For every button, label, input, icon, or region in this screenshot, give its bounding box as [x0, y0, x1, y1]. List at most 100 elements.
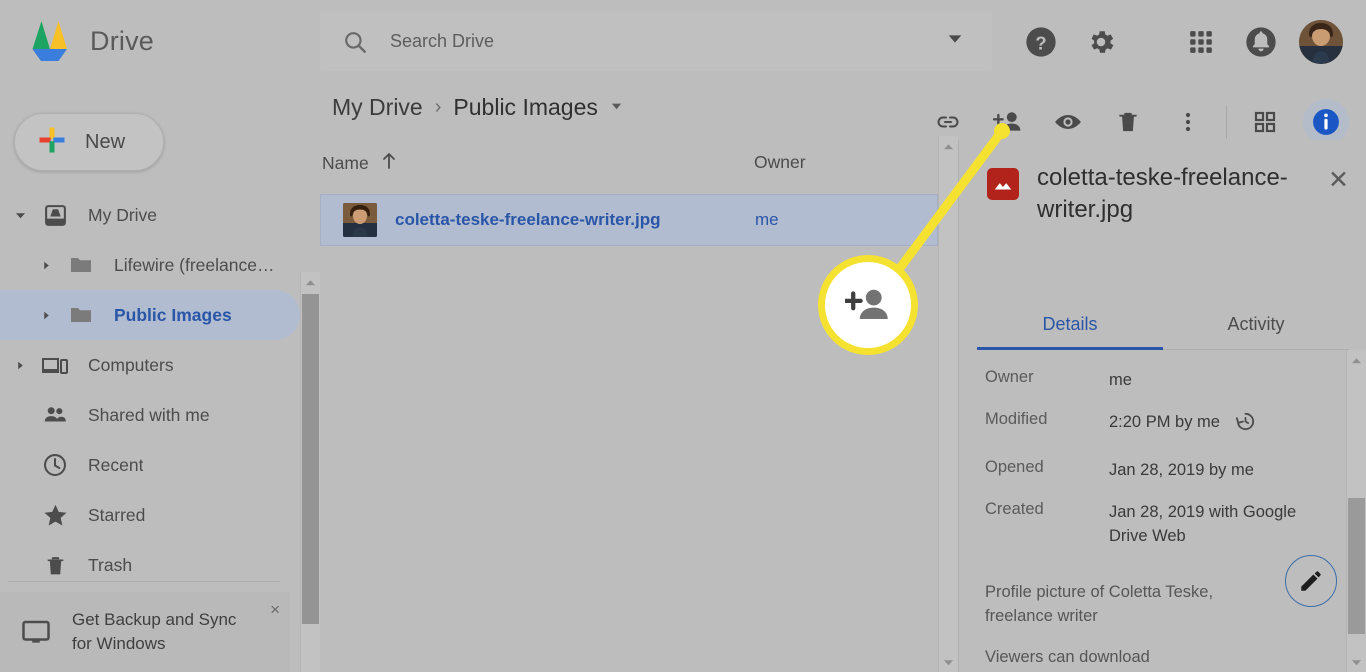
folder-icon: [60, 303, 102, 327]
details-file-title: coletta-teske-freelance-writer.jpg: [1037, 164, 1288, 223]
sidebar-item-label: Recent: [88, 454, 144, 475]
clock-icon: [34, 452, 76, 478]
close-icon[interactable]: ✕: [1328, 164, 1349, 196]
sidebar-item-label: Computers: [88, 354, 174, 375]
detail-label: Opened: [985, 458, 1044, 476]
pencil-edit-icon[interactable]: [1285, 555, 1337, 607]
info-circle-icon[interactable]: [1303, 99, 1349, 145]
scrollbar-thumb[interactable]: [1348, 498, 1365, 634]
breadcrumb-current[interactable]: Public Images: [453, 94, 597, 121]
scroll-up-arrow[interactable]: [1347, 350, 1366, 370]
detail-value: me: [1109, 371, 1132, 389]
new-button-label: New: [85, 130, 126, 153]
apps-grid-icon[interactable]: [1181, 22, 1221, 62]
detail-row-created: Created Jan 28, 2019 with Google Drive W…: [985, 500, 1337, 548]
sidebar-nav: My Drive Lifewire (freelance… Public Ima…: [0, 190, 300, 590]
sidebar-item-computers[interactable]: Computers: [0, 340, 300, 390]
column-header-name[interactable]: Name: [322, 152, 397, 175]
column-header-name-label: Name: [322, 153, 369, 173]
photo-thumbnail: [343, 203, 377, 237]
sidebar-item-public-images[interactable]: Public Images: [0, 290, 300, 340]
chevron-right-icon[interactable]: [6, 361, 34, 370]
sidebar-scrollbar[interactable]: [300, 272, 320, 672]
plus-multicolor-icon: [37, 125, 67, 160]
details-description: Profile picture of Coletta Teske, freela…: [985, 583, 1214, 625]
tab-details[interactable]: Details: [977, 300, 1163, 350]
scroll-up-arrow[interactable]: [301, 272, 320, 292]
sidebar-item-label: Lifewire (freelance…: [114, 254, 275, 275]
chevron-right-icon[interactable]: [32, 261, 60, 270]
sidebar-item-label: Starred: [88, 504, 146, 525]
details-sharing-note: Viewers can download: [985, 648, 1150, 666]
scroll-up-arrow[interactable]: [939, 136, 958, 156]
sidebar-item-label: My Drive: [88, 204, 158, 225]
file-name-link[interactable]: coletta-teske-freelance-writer.jpg: [395, 210, 660, 230]
details-fields: Owner me Modified 2:20 PM by me Opened J…: [985, 368, 1337, 566]
search-icon: [342, 29, 368, 55]
table-row[interactable]: coletta-teske-freelance-writer.jpg me: [320, 194, 938, 246]
sidebar-item-shared-with-me[interactable]: Shared with me: [0, 390, 300, 440]
details-header: coletta-teske-freelance-writer.jpg ✕: [959, 162, 1366, 226]
computers-icon: [34, 353, 76, 377]
chevron-down-icon[interactable]: [6, 210, 34, 221]
detail-row-modified: Modified 2:20 PM by me: [985, 410, 1337, 440]
column-header-owner[interactable]: Owner: [754, 152, 806, 173]
detail-row-opened: Opened Jan 28, 2019 by me: [985, 458, 1337, 482]
sidebar-item-recent[interactable]: Recent: [0, 440, 300, 490]
version-history-icon[interactable]: [1234, 410, 1257, 440]
sidebar-item-starred[interactable]: Starred: [0, 490, 300, 540]
new-button[interactable]: New: [14, 113, 164, 171]
detail-row-owner: Owner me: [985, 368, 1337, 392]
sidebar-divider: [8, 581, 280, 582]
google-drive-logo: [24, 18, 76, 64]
sidebar: New My Drive Lifewire (freelance… Public…: [0, 84, 320, 672]
search-input[interactable]: [390, 31, 946, 52]
file-list-area: My Drive › Public Images Name Owner cole…: [320, 84, 1349, 672]
detail-value-wrap: 2:20 PM by me: [1109, 410, 1337, 440]
sidebar-item-my-drive[interactable]: My Drive: [0, 190, 300, 240]
detail-label: Owner: [985, 368, 1034, 386]
close-icon[interactable]: ×: [270, 600, 280, 620]
user-avatar[interactable]: [1299, 20, 1343, 64]
sort-ascending-arrow-icon[interactable]: [381, 152, 397, 175]
chevron-right-icon[interactable]: [32, 311, 60, 320]
top-bar: Drive ?: [0, 0, 1366, 84]
drive-brand[interactable]: Drive: [24, 18, 154, 64]
app-name: Drive: [90, 25, 155, 56]
detail-value: Jan 28, 2019 by me: [1109, 461, 1254, 479]
search-options-caret-down-icon[interactable]: [946, 30, 964, 53]
sidebar-item-lifewire[interactable]: Lifewire (freelance…: [0, 240, 300, 290]
svg-text:?: ?: [1035, 32, 1046, 53]
details-panel: coletta-teske-freelance-writer.jpg ✕ Det…: [958, 140, 1366, 672]
breadcrumb-root[interactable]: My Drive: [332, 94, 423, 121]
breadcrumb-caret-down-icon[interactable]: [610, 99, 623, 117]
search-bar[interactable]: [320, 12, 992, 71]
sidebar-item-label: Trash: [88, 554, 133, 575]
backup-and-sync-promo[interactable]: Get Backup and Sync for Windows ×: [0, 592, 290, 672]
bell-icon[interactable]: [1241, 22, 1281, 62]
file-list-scrollbar[interactable]: [938, 136, 958, 672]
details-scrollbar[interactable]: [1346, 350, 1366, 672]
trash-icon: [34, 553, 76, 578]
star-icon: [34, 502, 76, 529]
people-icon: [34, 402, 76, 428]
gear-icon[interactable]: [1081, 22, 1121, 62]
scroll-down-arrow[interactable]: [1347, 652, 1366, 672]
toolbar-divider: [1226, 105, 1227, 139]
details-tabs: Details Activity: [977, 300, 1349, 350]
breadcrumb-separator-icon: ›: [434, 96, 442, 118]
help-circle-icon[interactable]: ?: [1021, 22, 1061, 62]
google-drive-window: Drive ?: [0, 0, 1366, 672]
my-drive-icon: [34, 203, 76, 228]
image-file-icon: [987, 168, 1019, 200]
sidebar-item-trash[interactable]: Trash: [0, 540, 300, 590]
sidebar-item-label: Shared with me: [88, 404, 210, 425]
file-rows: coletta-teske-freelance-writer.jpg me: [320, 194, 938, 246]
scrollbar-thumb[interactable]: [302, 294, 319, 624]
detail-label: Created: [985, 500, 1044, 518]
breadcrumb: My Drive › Public Images: [332, 94, 623, 121]
detail-value: 2:20 PM by me: [1109, 413, 1220, 431]
scroll-down-arrow[interactable]: [939, 652, 958, 672]
tab-activity[interactable]: Activity: [1163, 300, 1349, 349]
folder-icon: [60, 253, 102, 277]
